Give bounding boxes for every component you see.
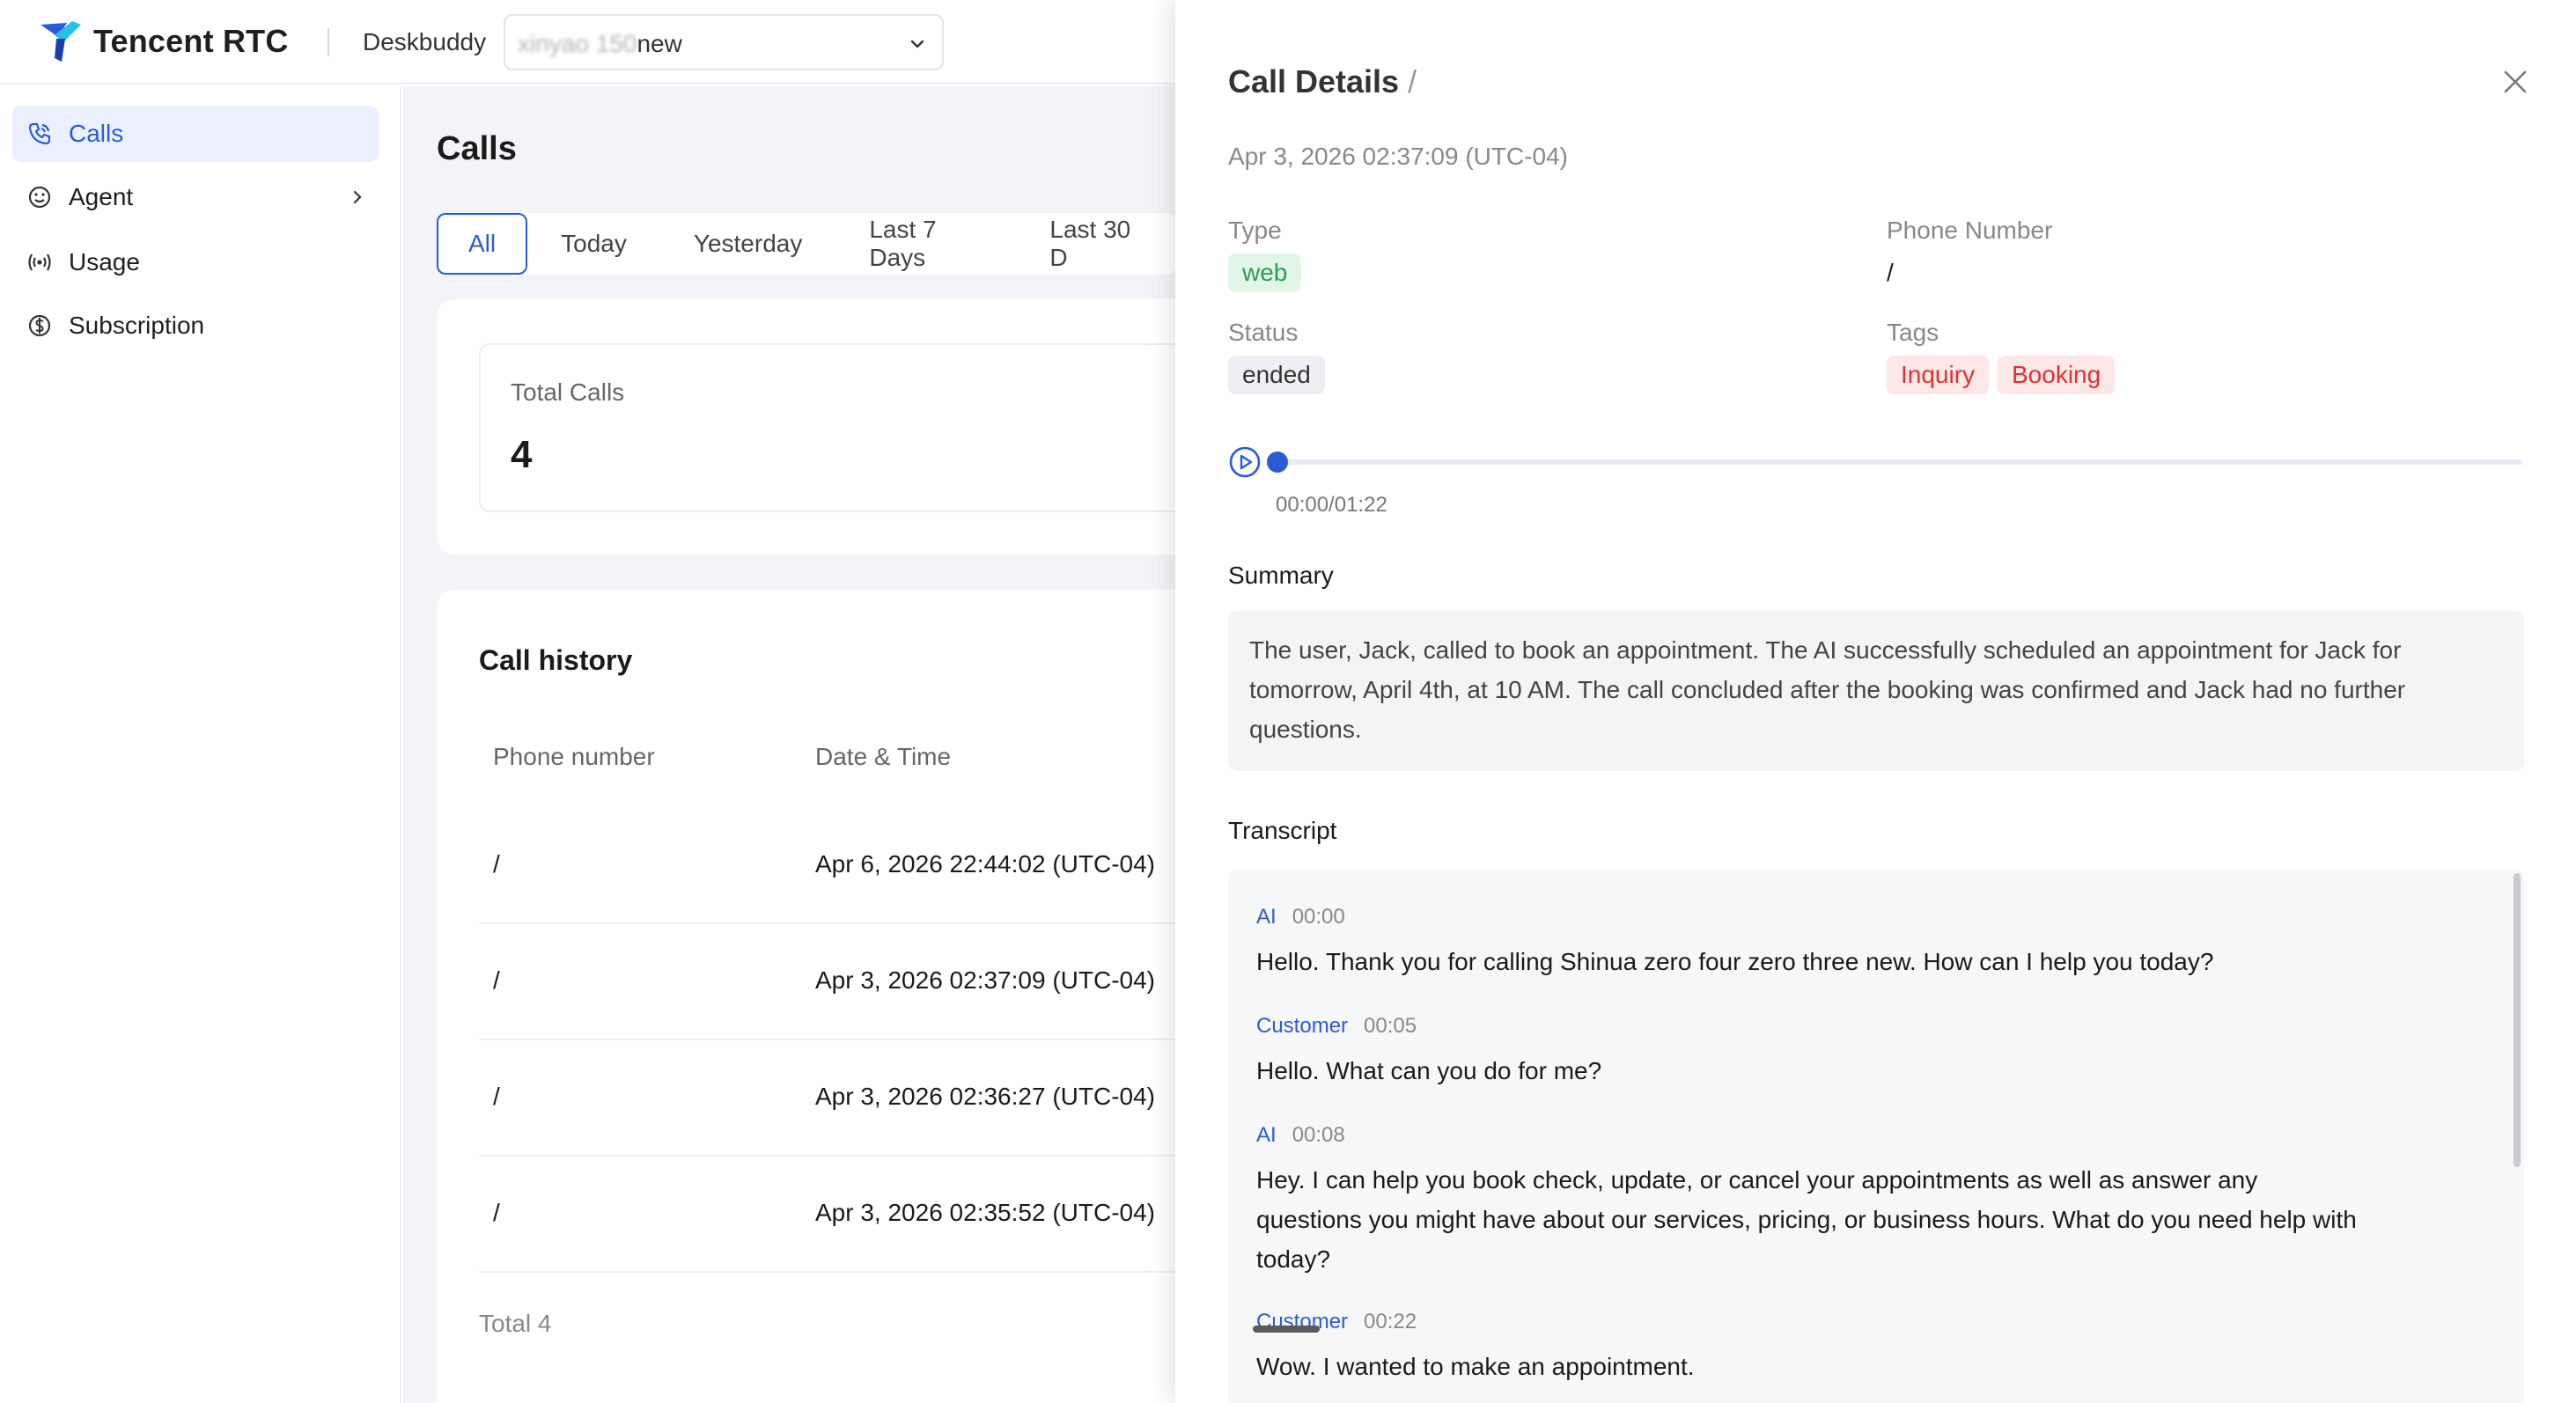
total-count: Total 4 — [479, 1310, 552, 1337]
status-badge: ended — [1228, 356, 1325, 394]
smiley-icon — [28, 186, 51, 209]
brand-name: Tencent RTC — [93, 23, 289, 59]
main-content: Calls All Today Yesterday Last 7 Days La… — [403, 86, 1317, 1403]
transcript-panel: AI 00:00 Hello. Thank you for calling Shi… — [1228, 870, 2524, 1403]
tab-today[interactable]: Today — [527, 213, 660, 275]
audio-time: 00:00/01:22 — [1276, 493, 1387, 517]
row-phone: / — [493, 850, 500, 878]
call-datetime: Apr 3, 2026 02:37:09 (UTC-04) — [1228, 143, 1568, 170]
sidebar-item-subscription[interactable]: Subscription — [12, 297, 379, 354]
sidebar-item-calls[interactable]: Calls — [12, 106, 379, 162]
audio-progress-handle[interactable] — [1267, 452, 1288, 473]
audio-progress-track[interactable] — [1276, 459, 2522, 465]
tag-booking: Booking — [1998, 356, 2116, 394]
page-title: Calls — [437, 130, 517, 167]
row-datetime: Apr 3, 2026 02:37:09 (UTC-04) — [815, 966, 1155, 994]
row-phone: / — [493, 1083, 500, 1110]
phone-number-label: Phone Number — [1887, 217, 2053, 244]
call-history-title: Call history — [479, 644, 633, 676]
tab-last-30-days[interactable]: Last 30 D — [1016, 213, 1175, 275]
sidebar: Calls Agent Usage Subscription — [0, 86, 401, 1403]
sidebar-item-usage[interactable]: Usage — [12, 234, 379, 290]
phone-icon — [28, 122, 51, 145]
sidebar-item-label: Subscription — [69, 312, 205, 339]
tencent-rtc-logo-icon — [40, 21, 81, 62]
text-cursor-marker — [1253, 1326, 1320, 1333]
close-icon[interactable] — [2502, 69, 2528, 95]
broadcast-icon — [28, 253, 51, 271]
dollar-icon — [28, 314, 51, 337]
summary-text: The user, Jack, called to book an appoin… — [1228, 611, 2524, 771]
type-badge: web — [1228, 253, 1302, 292]
transcript-scrollbar[interactable] — [2513, 873, 2521, 1167]
workspace-select-value: xinyao 150new — [518, 30, 682, 57]
transcript-message: Hello. Thank you for calling Shinua zero… — [1256, 948, 2214, 975]
sidebar-item-label: Agent — [69, 183, 134, 210]
tab-yesterday[interactable]: Yesterday — [660, 213, 836, 275]
row-datetime: Apr 3, 2026 02:36:27 (UTC-04) — [815, 1083, 1155, 1110]
sidebar-item-label: Usage — [69, 248, 140, 275]
tab-last-7-days[interactable]: Last 7 Days — [835, 213, 1016, 275]
type-label: Type — [1228, 217, 1282, 244]
workspace-select[interactable]: xinyao 150new — [504, 14, 944, 70]
transcript-message: Hey. I can help you book check, update, … — [1256, 1166, 2357, 1273]
header-divider — [328, 28, 329, 56]
row-datetime: Apr 3, 2026 02:35:52 (UTC-04) — [815, 1199, 1155, 1226]
row-phone: / — [493, 1199, 500, 1226]
chevron-down-icon — [910, 40, 924, 48]
play-icon[interactable] — [1228, 445, 1262, 479]
workspace-label: Deskbuddy — [363, 28, 487, 55]
date-filter-tabs: All Today Yesterday Last 7 Days Last 30 … — [437, 213, 1175, 275]
transcript-meta: AI 00:00 — [1256, 905, 1345, 929]
tags-label: Tags — [1887, 319, 1939, 346]
phone-number-value: / — [1887, 259, 1894, 286]
tag-inquiry: Inquiry — [1887, 356, 1990, 394]
transcript-heading: Transcript — [1228, 817, 1337, 844]
transcript-message: Wow. I wanted to make an appointment. — [1256, 1353, 1695, 1380]
row-phone: / — [493, 966, 500, 994]
column-header-datetime: Date & Time — [815, 743, 952, 770]
total-calls-value: 4 — [511, 433, 533, 476]
table-row[interactable]: / Apr 3, 2026 02:36:27 (UTC-04) — [479, 1040, 1271, 1157]
total-calls-stat: Total Calls 4 — [479, 343, 1271, 512]
drawer-title: Call Details / — [1228, 63, 1417, 99]
table-row[interactable]: / Apr 3, 2026 02:37:09 (UTC-04) — [479, 924, 1271, 1040]
call-details-drawer: Call Details / Apr 3, 2026 02:37:09 (UTC-… — [1175, 0, 2576, 1403]
chevron-right-icon — [353, 190, 362, 204]
table-row[interactable]: / Apr 3, 2026 02:35:52 (UTC-04) — [479, 1157, 1271, 1273]
sidebar-item-label: Calls — [69, 120, 124, 147]
row-datetime: Apr 6, 2026 22:44:02 (UTC-04) — [815, 850, 1155, 878]
transcript-message: Hello. What can you do for me? — [1256, 1057, 1602, 1084]
table-row[interactable]: / Apr 6, 2026 22:44:02 (UTC-04) — [479, 808, 1271, 924]
transcript-meta: Customer 00:05 — [1256, 1014, 1417, 1038]
total-calls-label: Total Calls — [511, 378, 625, 406]
transcript-meta: AI 00:08 — [1256, 1123, 1345, 1147]
status-label: Status — [1228, 319, 1299, 346]
tab-all[interactable]: All — [437, 213, 528, 275]
sidebar-item-agent[interactable]: Agent — [12, 169, 379, 225]
top-bar: Tencent RTC Deskbuddy xinyao 150new — [0, 0, 1175, 84]
column-header-phone: Phone number — [493, 743, 655, 770]
summary-heading: Summary — [1228, 562, 1334, 589]
